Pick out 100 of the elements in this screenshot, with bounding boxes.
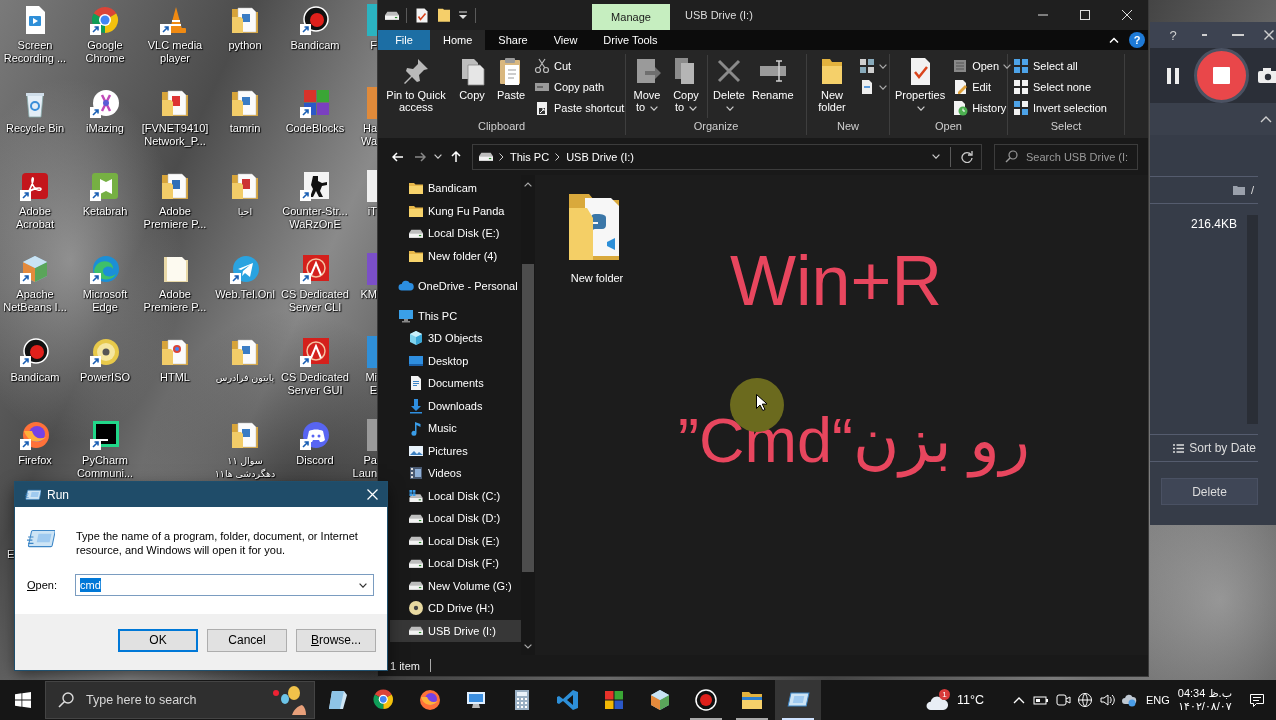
nav-item[interactable]: New Volume (G:): [390, 574, 521, 597]
stop-button[interactable]: [1194, 48, 1249, 103]
desktop-shortcut[interactable]: Web.Tel.Onl: [210, 249, 280, 332]
ribbon-button[interactable]: Copy path: [532, 77, 627, 97]
nav-item[interactable]: This PC: [390, 304, 521, 327]
nav-item[interactable]: 3D Objects: [390, 327, 521, 350]
nav-item[interactable]: Local Disk (F:): [390, 552, 521, 575]
dialog-button[interactable]: Browse...: [296, 628, 376, 652]
breadcrumb[interactable]: This PC: [510, 150, 550, 163]
nav-item[interactable]: USB Drive (I:): [390, 619, 521, 642]
nav-item[interactable]: Downloads: [390, 394, 521, 417]
nav-item[interactable]: Local Disk (D:): [390, 507, 521, 530]
desktop-shortcut[interactable]: CS Dedicated Server CLI: [280, 249, 350, 332]
file-item[interactable]: New folder: [559, 185, 635, 284]
desktop-shortcut[interactable]: Bandicam: [0, 332, 70, 415]
ribbon-button[interactable]: Copy: [454, 55, 490, 101]
desktop-shortcut[interactable]: KM: [350, 249, 377, 332]
nav-item[interactable]: Bandicam: [390, 177, 521, 200]
nav-item[interactable]: New folder (4): [390, 244, 521, 267]
desktop-shortcut[interactable]: احیا: [210, 166, 280, 249]
dialog-button[interactable]: Cancel: [207, 628, 287, 652]
ribbon-button[interactable]: Copy to: [668, 55, 704, 113]
desktop-shortcut[interactable]: Mi E: [350, 332, 377, 415]
ribbon-button[interactable]: Properties: [893, 55, 948, 113]
desktop-shortcut[interactable]: پایتون فرادرس: [210, 332, 280, 415]
ribbon-button[interactable]: Move to: [629, 55, 665, 113]
open-combo-box[interactable]: cmd: [75, 574, 374, 596]
desktop-shortcut[interactable]: Bandicam: [280, 0, 350, 83]
nav-item[interactable]: Kung Fu Panda: [390, 199, 521, 222]
desktop-shortcut[interactable]: tamrin: [210, 83, 280, 166]
desktop-shortcut[interactable]: Ha Wa: [350, 83, 377, 166]
nav-item[interactable]: Videos: [390, 462, 521, 485]
nav-item[interactable]: Music: [390, 417, 521, 440]
nav-item[interactable]: Pictures: [390, 439, 521, 462]
desktop-shortcut[interactable]: CodeBlocks: [280, 83, 350, 166]
desktop-shortcut[interactable]: E: [7, 548, 15, 561]
desktop-shortcut[interactable]: Screen Recording ...: [0, 0, 70, 83]
ribbon-button[interactable]: [857, 56, 889, 76]
breadcrumb[interactable]: USB Drive (I:): [566, 150, 634, 163]
help-button[interactable]: ?: [1129, 32, 1145, 48]
desktop-shortcut[interactable]: VLC media player: [140, 0, 210, 83]
ribbon-button[interactable]: Paste shortcut: [532, 98, 627, 118]
collapse-button[interactable]: [1260, 115, 1272, 123]
desktop-shortcut[interactable]: python: [210, 0, 280, 83]
ribbon-button[interactable]: Pin to Quick access: [381, 55, 451, 113]
sort-button[interactable]: Sort by Date: [1150, 434, 1258, 462]
ribbon-button[interactable]: History: [950, 98, 1014, 118]
desktop-shortcut[interactable]: PyCharm Communi...: [70, 415, 140, 498]
desktop-shortcut[interactable]: Adobe Acrobat: [0, 166, 70, 249]
taskbar-search-field[interactable]: Type here to search: [45, 681, 315, 719]
ribbon-button[interactable]: Select none: [1011, 77, 1109, 97]
ribbon-tab[interactable]: View: [540, 30, 591, 50]
ribbon-tab[interactable]: Drive Tools: [590, 30, 671, 50]
desktop-shortcut[interactable]: iT: [350, 166, 377, 249]
close-button[interactable]: [1264, 30, 1274, 40]
scrollbar-thumb[interactable]: [522, 264, 534, 572]
ribbon-tab[interactable]: File: [378, 30, 430, 50]
nav-item[interactable]: OneDrive - Personal: [390, 274, 521, 297]
camera-button[interactable]: [1258, 68, 1276, 83]
nav-item[interactable]: CD Drive (H:): [390, 597, 521, 620]
desktop-shortcut[interactable]: Recycle Bin: [0, 83, 70, 166]
nav-item[interactable]: Local Disk (E:): [390, 222, 521, 245]
desktop-shortcut[interactable]: Ketabrah: [70, 166, 140, 249]
ribbon-button[interactable]: Paste: [493, 55, 529, 101]
help-button[interactable]: ?: [1168, 27, 1178, 43]
ribbon-button[interactable]: Edit: [950, 77, 1014, 97]
desktop-shortcut[interactable]: Google Chrome: [70, 0, 140, 83]
ribbon-button[interactable]: Delete: [711, 55, 747, 113]
desktop-shortcut[interactable]: [FVNET9410] Network_P...: [140, 83, 210, 166]
desktop-shortcut[interactable]: Apache NetBeans I...: [0, 249, 70, 332]
ribbon-button[interactable]: Open: [950, 56, 1014, 76]
delete-button[interactable]: Delete: [1161, 478, 1258, 505]
ribbon-tab[interactable]: Home: [430, 30, 486, 50]
dialog-button[interactable]: OK: [118, 628, 198, 652]
nav-item[interactable]: Local Disk (C:): [390, 484, 521, 507]
language-button[interactable]: ENG: [1145, 680, 1170, 720]
nav-item[interactable]: Documents: [390, 372, 521, 395]
pause-button[interactable]: [1167, 67, 1179, 84]
desktop-shortcut[interactable]: Pa Laun: [350, 415, 377, 498]
desktop-shortcut[interactable]: سوال ۱۱ دهگردشی ها۱۱: [210, 415, 280, 498]
desktop-shortcut[interactable]: PowerISO: [70, 332, 140, 415]
ribbon-button[interactable]: Rename: [750, 55, 796, 101]
desktop-shortcut[interactable]: Counter-Str... WaRzOnE: [280, 166, 350, 249]
search-field[interactable]: Search USB Drive (I:: [994, 143, 1138, 170]
desktop-shortcut[interactable]: CS Dedicated Server GUI: [280, 332, 350, 415]
ribbon-tab[interactable]: Share: [485, 30, 541, 50]
ribbon-button[interactable]: New folder: [810, 55, 854, 113]
desktop-shortcut[interactable]: iMazing: [70, 83, 140, 166]
address-bar[interactable]: This PC USB Drive (I:): [472, 143, 982, 170]
desktop-shortcut[interactable]: Discord: [280, 415, 350, 498]
taskbar-button[interactable]: [775, 680, 821, 720]
desktop-shortcut[interactable]: Adobe Premiere P...: [140, 249, 210, 332]
nav-item[interactable]: Local Disk (E:): [390, 529, 521, 552]
ribbon-button[interactable]: Invert selection: [1011, 98, 1109, 118]
desktop-shortcut[interactable]: Adobe Premiere P...: [140, 166, 210, 249]
ribbon-button[interactable]: Select all: [1011, 56, 1109, 76]
desktop-shortcut[interactable]: F: [350, 0, 377, 83]
weather-button[interactable]: 1 11°C: [923, 680, 986, 720]
ribbon-button[interactable]: Cut: [532, 56, 627, 76]
nav-item[interactable]: Desktop: [390, 349, 521, 372]
